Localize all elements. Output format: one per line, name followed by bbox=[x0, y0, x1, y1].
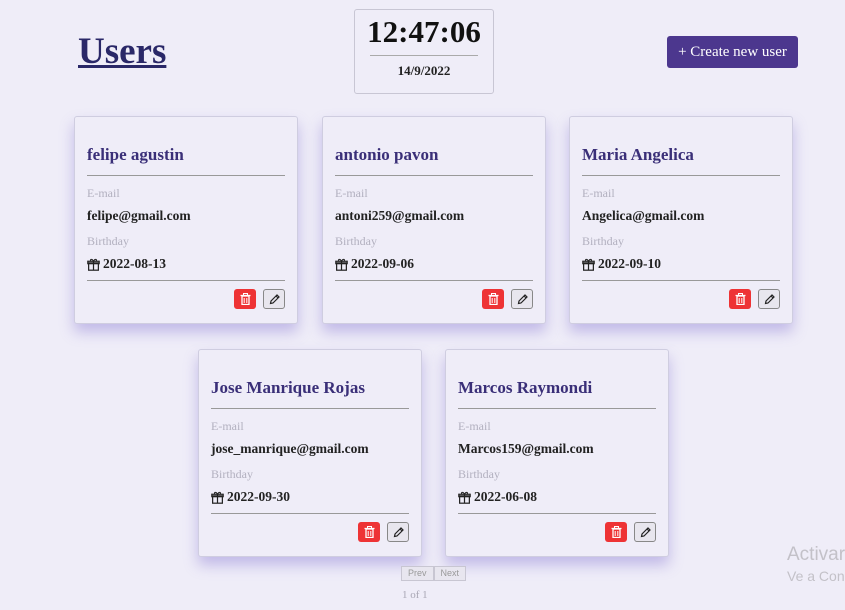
page-indicator: 1 of 1 bbox=[402, 589, 428, 601]
email-label: E-mail bbox=[211, 419, 244, 433]
user-card: Maria Angelica E-mail Angelica@gmail.com… bbox=[569, 116, 793, 324]
user-email: Marcos159@gmail.com bbox=[458, 441, 594, 456]
trash-icon bbox=[240, 293, 250, 305]
user-birthday: 2022-08-13 bbox=[103, 256, 166, 271]
user-name: antonio pavon bbox=[335, 145, 439, 164]
card-actions bbox=[582, 289, 780, 309]
gift-icon bbox=[582, 258, 595, 271]
birthday-label: Birthday bbox=[87, 234, 129, 248]
email-label: E-mail bbox=[458, 419, 491, 433]
pencil-icon bbox=[640, 526, 651, 537]
birthday-label: Birthday bbox=[211, 467, 253, 481]
edit-user-button[interactable] bbox=[263, 289, 285, 309]
user-card: Marcos Raymondi E-mail Marcos159@gmail.c… bbox=[445, 349, 669, 557]
trash-icon bbox=[735, 293, 745, 305]
gift-icon bbox=[458, 491, 471, 504]
divider bbox=[211, 408, 409, 409]
pencil-icon bbox=[269, 293, 280, 304]
pencil-icon bbox=[393, 526, 404, 537]
user-card: antonio pavon E-mail antoni259@gmail.com… bbox=[322, 116, 546, 324]
user-name: felipe agustin bbox=[87, 145, 184, 164]
user-name: Jose Manrique Rojas bbox=[211, 378, 365, 397]
trash-icon bbox=[611, 526, 621, 538]
birthday-label: Birthday bbox=[335, 234, 377, 248]
divider bbox=[87, 280, 285, 281]
clock-panel: 12:47:06 14/9/2022 bbox=[354, 9, 494, 94]
delete-user-button[interactable] bbox=[234, 289, 256, 309]
email-label: E-mail bbox=[582, 186, 615, 200]
birthday-row: 2022-09-30 bbox=[211, 489, 409, 505]
gift-icon bbox=[87, 258, 100, 271]
divider bbox=[87, 175, 285, 176]
pagination: Prev Next bbox=[401, 566, 467, 581]
trash-icon bbox=[364, 526, 374, 538]
birthday-row: 2022-09-06 bbox=[335, 256, 533, 272]
user-birthday: 2022-09-06 bbox=[351, 256, 414, 271]
user-email: Angelica@gmail.com bbox=[582, 208, 705, 223]
user-birthday: 2022-09-30 bbox=[227, 489, 290, 504]
clock-date: 14/9/2022 bbox=[397, 63, 451, 78]
email-label: E-mail bbox=[87, 186, 120, 200]
user-name: Marcos Raymondi bbox=[458, 378, 593, 397]
birthday-label: Birthday bbox=[458, 467, 500, 481]
edit-user-button[interactable] bbox=[758, 289, 780, 309]
delete-user-button[interactable] bbox=[729, 289, 751, 309]
clock-divider bbox=[370, 55, 478, 56]
birthday-label: Birthday bbox=[582, 234, 624, 248]
divider bbox=[335, 280, 533, 281]
divider bbox=[582, 175, 780, 176]
watermark-line1: Activar bbox=[787, 544, 845, 565]
edit-user-button[interactable] bbox=[387, 522, 409, 542]
divider bbox=[211, 513, 409, 514]
divider bbox=[458, 513, 656, 514]
user-birthday: 2022-06-08 bbox=[474, 489, 537, 504]
card-actions bbox=[211, 522, 409, 542]
card-actions bbox=[335, 289, 533, 309]
user-email: antoni259@gmail.com bbox=[335, 208, 465, 223]
delete-user-button[interactable] bbox=[358, 522, 380, 542]
create-new-user-button[interactable]: + Create new user bbox=[667, 36, 798, 68]
card-actions bbox=[87, 289, 285, 309]
email-label: E-mail bbox=[335, 186, 368, 200]
pencil-icon bbox=[764, 293, 775, 304]
gift-icon bbox=[335, 258, 348, 271]
delete-user-button[interactable] bbox=[605, 522, 627, 542]
prev-page-button[interactable]: Prev bbox=[401, 566, 434, 581]
user-birthday: 2022-09-10 bbox=[598, 256, 661, 271]
edit-user-button[interactable] bbox=[511, 289, 533, 309]
card-actions bbox=[458, 522, 656, 542]
trash-icon bbox=[488, 293, 498, 305]
user-email: felipe@gmail.com bbox=[87, 208, 191, 223]
pencil-icon bbox=[517, 293, 528, 304]
user-card: Jose Manrique Rojas E-mail jose_manrique… bbox=[198, 349, 422, 557]
windows-activation-watermark: Activar Ve a Con bbox=[787, 544, 845, 586]
next-page-button[interactable]: Next bbox=[433, 566, 467, 581]
watermark-line2: Ve a Con bbox=[787, 568, 845, 584]
user-email: jose_manrique@gmail.com bbox=[211, 441, 369, 456]
birthday-row: 2022-09-10 bbox=[582, 256, 780, 272]
divider bbox=[582, 280, 780, 281]
birthday-row: 2022-08-13 bbox=[87, 256, 285, 272]
page-title: Users bbox=[78, 31, 167, 72]
delete-user-button[interactable] bbox=[482, 289, 504, 309]
user-card: felipe agustin E-mail felipe@gmail.com B… bbox=[74, 116, 298, 324]
divider bbox=[335, 175, 533, 176]
edit-user-button[interactable] bbox=[634, 522, 656, 542]
clock-time: 12:47:06 bbox=[367, 14, 481, 49]
gift-icon bbox=[211, 491, 224, 504]
divider bbox=[458, 408, 656, 409]
birthday-row: 2022-06-08 bbox=[458, 489, 656, 505]
user-name: Maria Angelica bbox=[582, 145, 694, 164]
